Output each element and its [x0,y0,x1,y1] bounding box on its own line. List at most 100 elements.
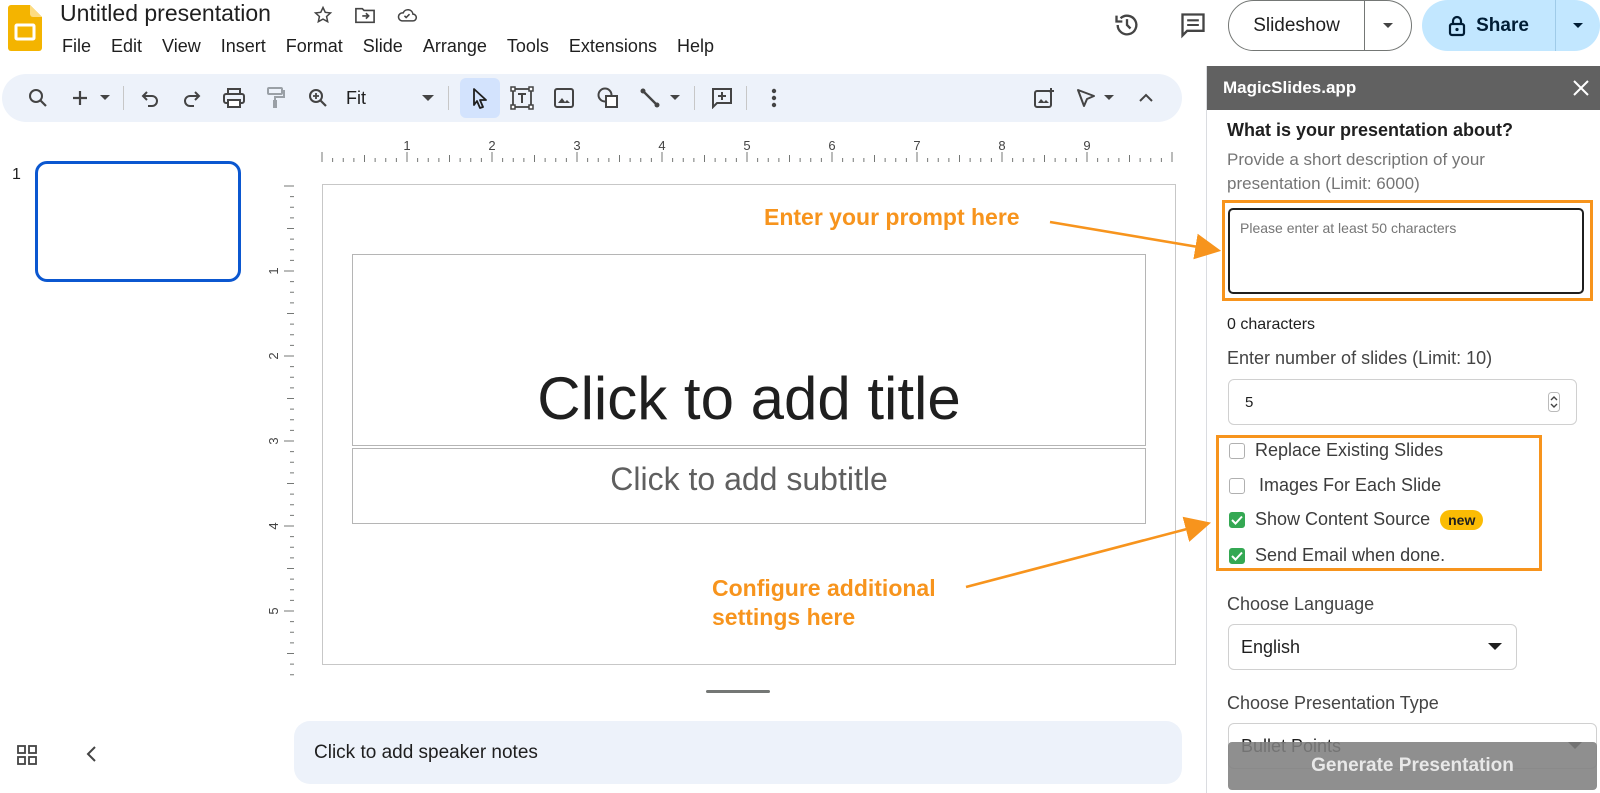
option-send-email[interactable]: Send Email when done. [1229,545,1445,566]
prompt-annotation: Enter your prompt here [764,203,1020,232]
prompt-textarea[interactable] [1228,208,1584,294]
search-menus-icon[interactable] [22,82,54,114]
ruler-label: 9 [1083,138,1090,153]
new-slide-layout-dropdown-icon[interactable] [96,82,114,114]
share-options-button[interactable] [1556,0,1600,51]
paint-format-icon[interactable] [260,82,292,114]
pointer-tools-icon[interactable] [1070,82,1102,114]
lock-icon [1448,15,1466,37]
slide-thumbnail[interactable] [35,161,241,282]
checkbox-checked-icon[interactable] [1229,512,1245,528]
collapse-toolbar-icon[interactable] [1130,82,1162,114]
option-show-content-source[interactable]: Show Content Source new [1229,509,1483,530]
move-folder-icon[interactable] [354,4,376,26]
menu-format[interactable]: Format [276,34,353,60]
slide-count-label: Enter number of slides (Limit: 10) [1227,348,1492,369]
close-icon[interactable] [1567,74,1595,102]
panel-header: MagicSlides.app [1207,66,1600,110]
menu-help[interactable]: Help [667,34,724,60]
ruler-label: 6 [828,138,835,153]
slideshow-options-button[interactable] [1365,1,1411,50]
caret-down-icon [422,95,434,102]
menu-edit[interactable]: Edit [101,34,152,60]
text-box-icon[interactable] [506,82,538,114]
share-button[interactable]: Share [1422,0,1556,51]
undo-icon[interactable] [134,82,166,114]
grid-view-icon[interactable] [16,744,40,768]
ruler-label: 1 [403,138,410,153]
ruler-label: 1 [268,267,281,274]
option-images-each-slide[interactable]: Images For Each Slide [1229,475,1441,496]
language-select[interactable]: English [1228,624,1517,670]
menu-extensions[interactable]: Extensions [559,34,667,60]
title-placeholder-text: Click to add title [537,364,961,433]
pointer-dropdown-icon[interactable] [1100,82,1118,114]
cloud-saved-icon[interactable] [396,4,418,26]
settings-annotation: Configure additional settings here [712,574,936,632]
add-comment-icon[interactable] [706,82,738,114]
ruler-label: 8 [998,138,1005,153]
menu-arrange[interactable]: Arrange [413,34,497,60]
ruler-label: 4 [658,138,665,153]
menu-slide[interactable]: Slide [353,34,413,60]
slideshow-button[interactable]: Slideshow [1229,1,1365,50]
title-placeholder[interactable]: Click to add title [352,254,1146,446]
topic-description: Provide a short description of your pres… [1227,148,1567,196]
ruler-label: 5 [268,607,281,614]
select-tool-icon[interactable] [460,78,500,118]
line-icon[interactable] [634,82,666,114]
notes-resize-handle[interactable] [706,690,770,693]
ruler-label: 2 [488,138,495,153]
option-label: Send Email when done. [1255,545,1445,566]
ruler-label: 5 [743,138,750,153]
menu-file[interactable]: File [52,34,101,60]
slide-count-value: 5 [1245,394,1253,411]
option-label: Replace Existing Slides [1255,440,1443,461]
zoom-select[interactable]: Fit [342,82,438,114]
new-badge: new [1440,510,1483,530]
checkbox-checked-icon[interactable] [1229,548,1245,564]
version-history-icon[interactable] [1110,8,1144,42]
image-options-icon[interactable] [1028,82,1060,114]
ruler-label: 2 [268,352,281,359]
shape-icon[interactable] [592,82,624,114]
language-value: English [1241,637,1300,658]
menu-insert[interactable]: Insert [211,34,276,60]
ruler-label: 7 [913,138,920,153]
checkbox-icon[interactable] [1229,443,1245,459]
comments-icon[interactable] [1176,8,1210,42]
document-title[interactable]: Untitled presentation [60,0,271,27]
option-replace-slides[interactable]: Replace Existing Slides [1229,440,1443,461]
slide-count-input[interactable]: 5 [1228,379,1577,425]
collapse-filmstrip-icon[interactable] [82,744,106,768]
menu-view[interactable]: View [152,34,211,60]
share-label: Share [1476,15,1529,37]
speaker-notes[interactable]: Click to add speaker notes [294,721,1182,784]
new-slide-icon[interactable] [64,82,96,114]
slide-number: 1 [12,166,21,184]
presentation-type-label: Choose Presentation Type [1227,693,1439,714]
slides-logo-icon[interactable] [8,5,42,51]
menu-tools[interactable]: Tools [497,34,559,60]
ruler-label: 3 [573,138,580,153]
language-label: Choose Language [1227,594,1374,615]
character-count: 0 characters [1227,316,1315,334]
ruler-label: 3 [268,437,281,444]
subtitle-placeholder[interactable]: Click to add subtitle [352,448,1146,524]
line-type-dropdown-icon[interactable] [666,82,684,114]
more-options-icon[interactable] [758,82,790,114]
stepper-icon[interactable] [1548,392,1560,412]
checkbox-icon[interactable] [1229,478,1245,494]
generate-presentation-button[interactable]: Generate Presentation [1228,742,1597,790]
image-icon[interactable] [548,82,580,114]
share-group: Share [1422,0,1600,51]
topic-question-label: What is your presentation about? [1227,120,1513,141]
slideshow-group: Slideshow [1228,0,1412,51]
zoom-icon[interactable] [302,82,334,114]
option-label: Show Content Source [1255,509,1430,530]
print-icon[interactable] [218,82,250,114]
redo-icon[interactable] [176,82,208,114]
star-icon[interactable] [312,4,334,26]
option-label: Images For Each Slide [1259,475,1441,496]
magicslides-panel: MagicSlides.app What is your presentatio… [1206,66,1600,793]
